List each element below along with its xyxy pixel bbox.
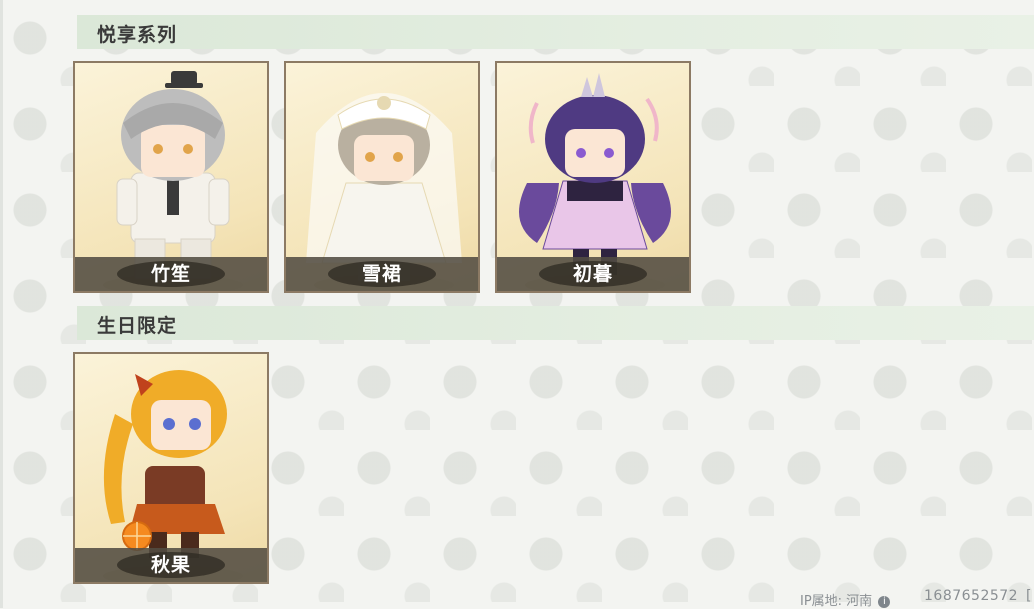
ip-location-label: IP属地: 河南 (800, 594, 873, 609)
skin-name: 雪裙 (361, 263, 402, 285)
edge-bracket: [ (1026, 588, 1032, 604)
skin-name: 竹笙 (150, 263, 191, 285)
section-header-2: 生日限定 (77, 306, 1034, 340)
section-header-1: 悦享系列 (77, 15, 1034, 49)
left-edge-divider (0, 0, 3, 608)
section-title: 悦享系列 (97, 24, 178, 46)
skin-card-qiuguo[interactable]: 秋果 (73, 352, 269, 584)
section-title: 生日限定 (97, 315, 178, 337)
footer-bar: IP属地: 河南 i 1687652572 [ (0, 586, 1034, 609)
skin-card-zhusheng[interactable]: 竹笙 (73, 61, 269, 293)
user-id: 1687652572 (924, 588, 1019, 604)
skin-name: 初暮 (572, 263, 613, 285)
skin-name: 秋果 (150, 554, 191, 576)
skin-card-xuequn[interactable]: 雪裙 (284, 61, 480, 293)
skin-card-chumu[interactable]: 初暮 (495, 61, 691, 293)
ip-location: IP属地: 河南 i (800, 590, 891, 609)
info-icon[interactable]: i (878, 595, 891, 608)
